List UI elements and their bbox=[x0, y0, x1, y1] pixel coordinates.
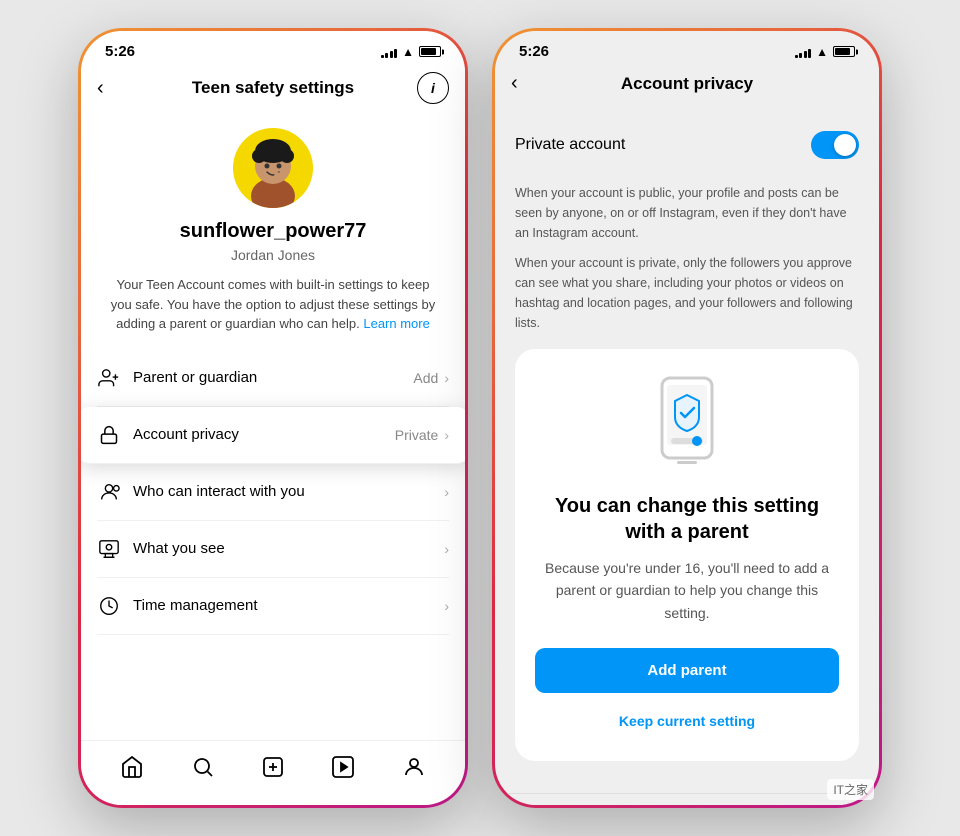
interact-icon bbox=[97, 480, 121, 504]
time-chevron: › bbox=[444, 598, 449, 614]
interact-chevron: › bbox=[444, 484, 449, 500]
parent-value: Add bbox=[413, 370, 438, 386]
right-bottom-nav bbox=[495, 793, 879, 805]
right-page-title: Account privacy bbox=[621, 74, 753, 94]
right-battery-icon bbox=[833, 46, 855, 57]
real-name: Jordan Jones bbox=[231, 247, 315, 263]
privacy-desc: When your account is public, your profil… bbox=[515, 183, 859, 333]
nav-home[interactable] bbox=[118, 753, 146, 781]
right-status-time: 5:26 bbox=[519, 43, 549, 60]
left-status-time: 5:26 bbox=[105, 43, 135, 60]
right-nav-header: ‹ Account privacy bbox=[495, 64, 879, 103]
add-parent-button[interactable]: Add parent bbox=[535, 648, 839, 693]
settings-list: Parent or guardian Add › bbox=[81, 350, 465, 741]
settings-item-time[interactable]: Time management › bbox=[97, 578, 449, 635]
battery-icon bbox=[419, 46, 441, 57]
parent-chevron: › bbox=[444, 370, 449, 386]
signal-icon bbox=[381, 46, 398, 58]
nav-profile[interactable] bbox=[400, 753, 428, 781]
see-icon bbox=[97, 537, 121, 561]
modal-title: You can change this setting with a paren… bbox=[535, 493, 839, 545]
privacy-label: Account privacy bbox=[133, 426, 239, 443]
right-back-button[interactable]: ‹ bbox=[511, 72, 543, 95]
privacy-desc-1: When your account is public, your profil… bbox=[515, 183, 859, 243]
back-button[interactable]: ‹ bbox=[97, 77, 129, 100]
nav-reels[interactable] bbox=[329, 753, 357, 781]
watermark: IT之家 bbox=[827, 779, 874, 800]
parent-label: Parent or guardian bbox=[133, 369, 257, 386]
left-nav-header: ‹ Teen safety settings i bbox=[81, 64, 465, 112]
time-label: Time management bbox=[133, 597, 258, 614]
modal-description: Because you're under 16, you'll need to … bbox=[535, 557, 839, 624]
private-toggle[interactable] bbox=[811, 131, 859, 159]
nav-add[interactable] bbox=[259, 753, 287, 781]
nav-search[interactable] bbox=[189, 753, 217, 781]
learn-more-link[interactable]: Learn more bbox=[363, 316, 429, 331]
settings-item-interact[interactable]: Who can interact with you › bbox=[97, 464, 449, 521]
left-status-icons: ▲ bbox=[381, 45, 441, 59]
private-account-row: Private account bbox=[515, 119, 859, 171]
settings-item-parent[interactable]: Parent or guardian Add › bbox=[97, 350, 449, 407]
private-account-label: Private account bbox=[515, 136, 625, 154]
right-status-icons: ▲ bbox=[795, 45, 855, 59]
keep-setting-button[interactable]: Keep current setting bbox=[611, 705, 763, 737]
see-chevron: › bbox=[444, 541, 449, 557]
page-title: Teen safety settings bbox=[192, 78, 354, 98]
interact-label: Who can interact with you bbox=[133, 483, 305, 500]
see-label: What you see bbox=[133, 540, 225, 557]
settings-item-privacy[interactable]: Account privacy Private › bbox=[81, 407, 465, 464]
left-phone: 5:26 ▲ ‹ Teen safety sett bbox=[78, 28, 468, 808]
info-button[interactable]: i bbox=[417, 72, 449, 104]
left-bottom-nav bbox=[81, 740, 465, 805]
right-signal-icon bbox=[795, 46, 812, 58]
right-wifi-icon: ▲ bbox=[816, 45, 828, 59]
modal-card: You can change this setting with a paren… bbox=[515, 349, 859, 761]
username: sunflower_power77 bbox=[180, 220, 367, 243]
profile-section: sunflower_power77 Jordan Jones Your Teen… bbox=[81, 112, 465, 350]
phone-illustration-icon bbox=[647, 373, 727, 473]
privacy-chevron: › bbox=[444, 427, 449, 443]
parent-icon bbox=[97, 366, 121, 390]
privacy-content: Private account When your account is pub… bbox=[495, 103, 879, 793]
right-phone: 5:26 ▲ ‹ Account privacy bbox=[492, 28, 882, 808]
teen-description: Your Teen Account comes with built-in se… bbox=[105, 275, 441, 334]
privacy-icon bbox=[97, 423, 121, 447]
time-icon bbox=[97, 594, 121, 618]
privacy-value: Private bbox=[395, 427, 439, 443]
right-status-bar: 5:26 ▲ bbox=[495, 31, 879, 64]
wifi-icon: ▲ bbox=[402, 45, 414, 59]
privacy-desc-2: When your account is private, only the f… bbox=[515, 253, 859, 333]
avatar bbox=[233, 128, 313, 208]
settings-item-see[interactable]: What you see › bbox=[97, 521, 449, 578]
left-status-bar: 5:26 ▲ bbox=[81, 31, 465, 64]
